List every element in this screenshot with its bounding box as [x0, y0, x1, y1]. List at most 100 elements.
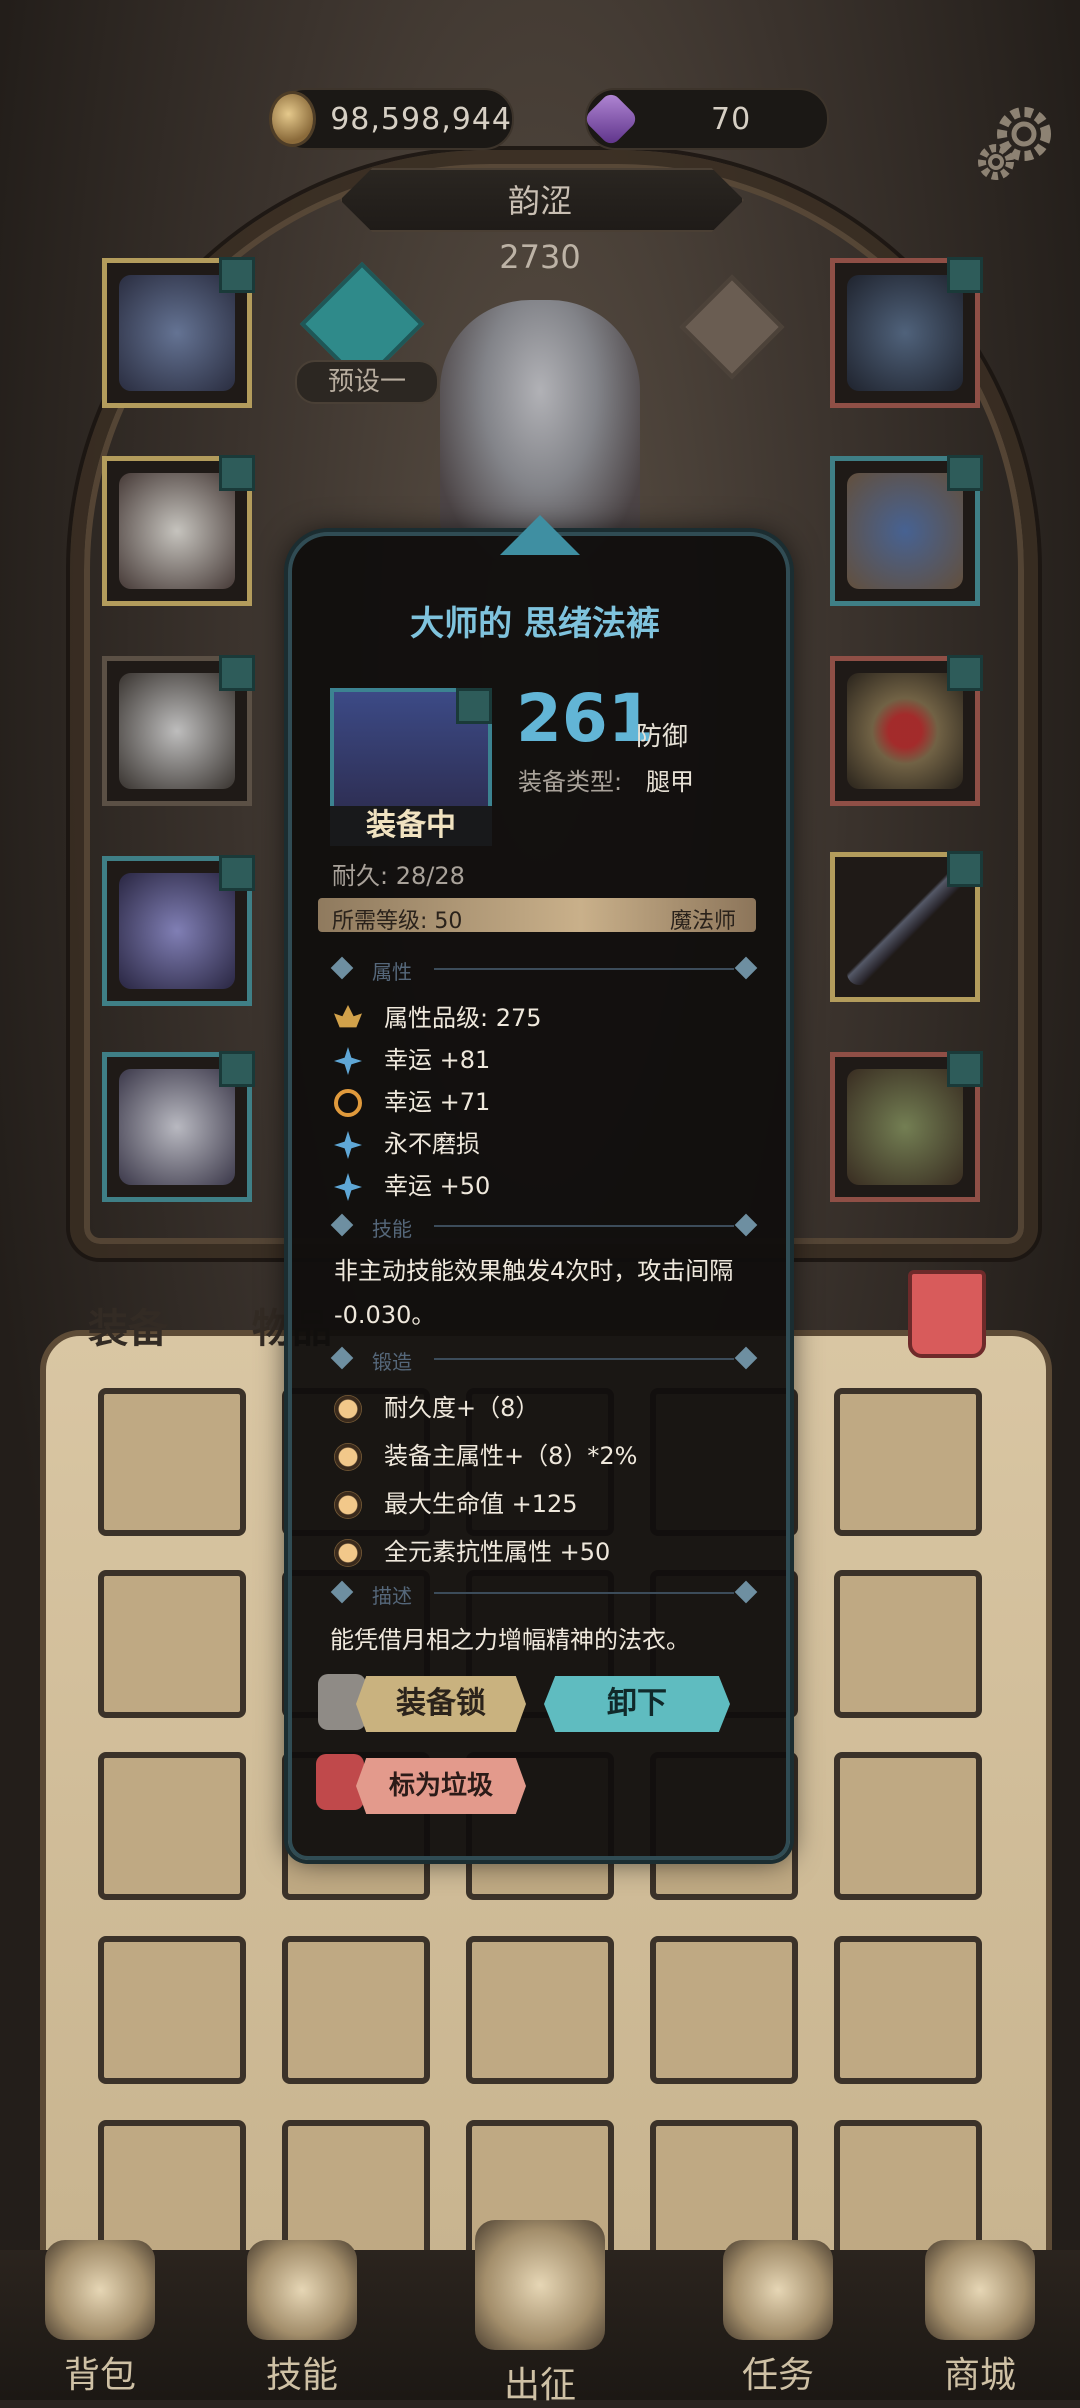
cycle-icon	[334, 1089, 362, 1117]
equip-slot-ring[interactable]	[830, 655, 983, 806]
attribute-text: 幸运 +81	[384, 1046, 491, 1074]
forge-orb-icon	[334, 1395, 362, 1423]
tab-equipment[interactable]: 装备	[88, 1296, 168, 1354]
skill-text-line2: -0.030。	[334, 1301, 436, 1329]
section-title: 锻造	[372, 1350, 412, 1374]
quest-horn-icon	[723, 2240, 833, 2340]
diamond-icon	[330, 1580, 354, 1604]
equip-slot-armor[interactable]	[102, 455, 255, 606]
sword-icon	[475, 2220, 605, 2350]
slot-marker	[947, 851, 983, 887]
attribute-text: 永不磨损	[384, 1130, 480, 1158]
defense-value: 261	[516, 680, 654, 757]
attribute-row: 幸运 +71	[334, 1082, 490, 1117]
divider	[434, 1225, 734, 1227]
trinket-icon	[847, 1069, 963, 1185]
inventory-cell[interactable]	[98, 1570, 246, 1718]
diamond-icon	[734, 956, 758, 980]
nav-label: 背包	[63, 2355, 136, 2396]
nav-label: 出征	[503, 2365, 576, 2406]
attribute-row: 幸运 +81	[334, 1040, 490, 1075]
nav-shop[interactable]: 商城	[900, 2240, 1060, 2400]
attribute-text: 幸运 +71	[384, 1088, 491, 1116]
gem-value: 70	[711, 101, 752, 137]
nav-skills[interactable]: 技能	[222, 2240, 382, 2400]
ring-icon	[847, 673, 963, 789]
forge-text: 全元素抗性属性 +50	[384, 1538, 611, 1566]
spellbook-icon	[847, 473, 963, 589]
equip-slot-helmet[interactable]	[102, 257, 255, 408]
section-attributes: 属性	[330, 956, 758, 984]
inventory-cell[interactable]	[282, 1936, 430, 2084]
nav-expedition[interactable]: 出征	[460, 2220, 620, 2406]
equip-slot-gloves[interactable]	[102, 655, 255, 806]
divider	[434, 968, 734, 970]
slot-marker	[219, 855, 255, 891]
forge-row: 全元素抗性属性 +50	[334, 1532, 610, 1567]
unequip-button[interactable]: 卸下	[544, 1676, 730, 1732]
nav-backpack[interactable]: 背包	[20, 2240, 180, 2400]
staff-icon	[847, 869, 963, 985]
attribute-row: 幸运 +50	[334, 1166, 490, 1201]
inventory-cell[interactable]	[98, 1752, 246, 1900]
hero-name: 韵涩	[507, 182, 572, 220]
diamond-icon	[734, 1213, 758, 1237]
inventory-cell[interactable]	[834, 1752, 982, 1900]
inventory-cell[interactable]	[650, 1936, 798, 2084]
backpack-icon	[45, 2240, 155, 2340]
preset-label[interactable]: 预设一	[295, 360, 439, 404]
equip-slot-boots[interactable]	[102, 1051, 255, 1202]
inventory-cell[interactable]	[466, 1936, 614, 2084]
forge-row: 装备主属性+（8）*2%	[334, 1436, 637, 1471]
required-class: 魔法师	[670, 909, 737, 934]
slot-marker	[947, 257, 983, 293]
attribute-text: 属性品级: 275	[384, 1004, 542, 1032]
purple-gem-icon	[582, 90, 640, 148]
diamond-icon	[734, 1580, 758, 1604]
equip-slot-offhand[interactable]	[830, 455, 983, 606]
star-icon	[334, 1173, 362, 1201]
mark-trash-button[interactable]: 标为垃圾	[356, 1758, 526, 1814]
hero-power: 2730	[499, 238, 581, 276]
forge-orb-icon	[334, 1491, 362, 1519]
trash-bin-icon[interactable]	[908, 1270, 986, 1358]
forge-text: 耐久度+（8）	[384, 1394, 540, 1422]
necklace-icon	[847, 275, 963, 391]
inventory-cell[interactable]	[834, 1570, 982, 1718]
slot-marker	[947, 1051, 983, 1087]
nav-label: 商城	[943, 2355, 1016, 2396]
slot-marker	[219, 655, 255, 691]
attribute-text: 幸运 +50	[384, 1172, 491, 1200]
settings-gear-icon[interactable]	[972, 98, 1062, 188]
durability: 耐久: 28/28	[332, 862, 465, 890]
slot-marker	[456, 688, 492, 724]
shop-icon	[925, 2240, 1035, 2340]
section-forge: 锻造	[330, 1346, 758, 1374]
gem-counter: 70	[582, 88, 829, 150]
nav-quests[interactable]: 任务	[698, 2240, 858, 2400]
equip-slot-trinket[interactable]	[830, 1051, 983, 1202]
inventory-cell[interactable]	[98, 1936, 246, 2084]
diamond-icon	[734, 1346, 758, 1370]
equip-slot-necklace[interactable]	[830, 257, 983, 408]
forge-orb-icon	[334, 1539, 362, 1567]
forge-orb-icon	[334, 1443, 362, 1471]
attribute-row: 永不磨损	[334, 1124, 480, 1159]
helmet-icon	[119, 275, 235, 391]
diamond-icon	[330, 956, 354, 980]
inventory-cell[interactable]	[834, 1388, 982, 1536]
item-title: 大师的 思绪法裤	[410, 604, 660, 644]
forge-text: 最大生命值 +125	[384, 1490, 578, 1518]
inventory-cell[interactable]	[98, 1388, 246, 1536]
armor-icon	[119, 473, 235, 589]
diamond-icon	[330, 1213, 354, 1237]
inventory-cell[interactable]	[834, 1936, 982, 2084]
diamond-icon	[330, 1346, 354, 1370]
skill-book-icon	[247, 2240, 357, 2340]
lock-button[interactable]: 装备锁	[356, 1676, 526, 1732]
item-type-value: 腿甲	[646, 768, 694, 796]
equip-slot-legs[interactable]	[102, 855, 255, 1006]
nav-label: 技能	[265, 2355, 338, 2396]
section-title: 属性	[372, 960, 412, 984]
equip-slot-weapon[interactable]	[830, 851, 983, 1002]
